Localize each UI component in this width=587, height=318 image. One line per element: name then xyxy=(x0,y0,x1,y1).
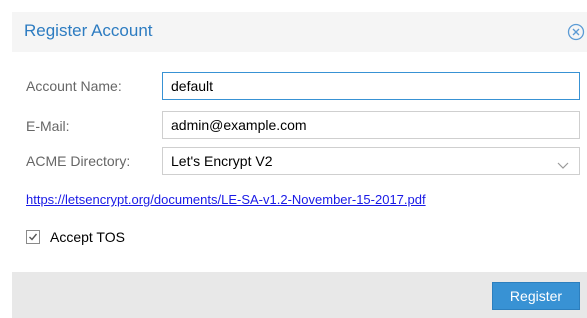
acme-directory-value: Let's Encrypt V2 xyxy=(171,153,273,169)
account-name-input[interactable] xyxy=(162,72,580,100)
close-icon[interactable] xyxy=(567,23,585,41)
accept-tos-label[interactable]: Accept TOS xyxy=(50,229,125,245)
check-icon xyxy=(29,233,38,241)
acme-directory-label: ACME Directory: xyxy=(26,153,131,169)
acme-directory-select[interactable]: Let's Encrypt V2 xyxy=(162,147,580,175)
email-input[interactable] xyxy=(162,111,580,139)
chevron-down-icon xyxy=(557,157,569,169)
dialog-title: Register Account xyxy=(24,21,153,40)
dialog-footer: Register xyxy=(12,272,587,318)
accept-tos-checkbox[interactable] xyxy=(26,230,40,244)
email-label: E-Mail: xyxy=(26,118,70,134)
tos-link[interactable]: https://letsencrypt.org/documents/LE-SA-… xyxy=(26,192,426,207)
account-name-label: Account Name: xyxy=(26,78,122,94)
register-button[interactable]: Register xyxy=(492,282,580,310)
dialog-titlebar: Register Account xyxy=(12,12,587,52)
register-account-dialog: Register Account Account Name: E-Mail: A… xyxy=(12,12,587,318)
